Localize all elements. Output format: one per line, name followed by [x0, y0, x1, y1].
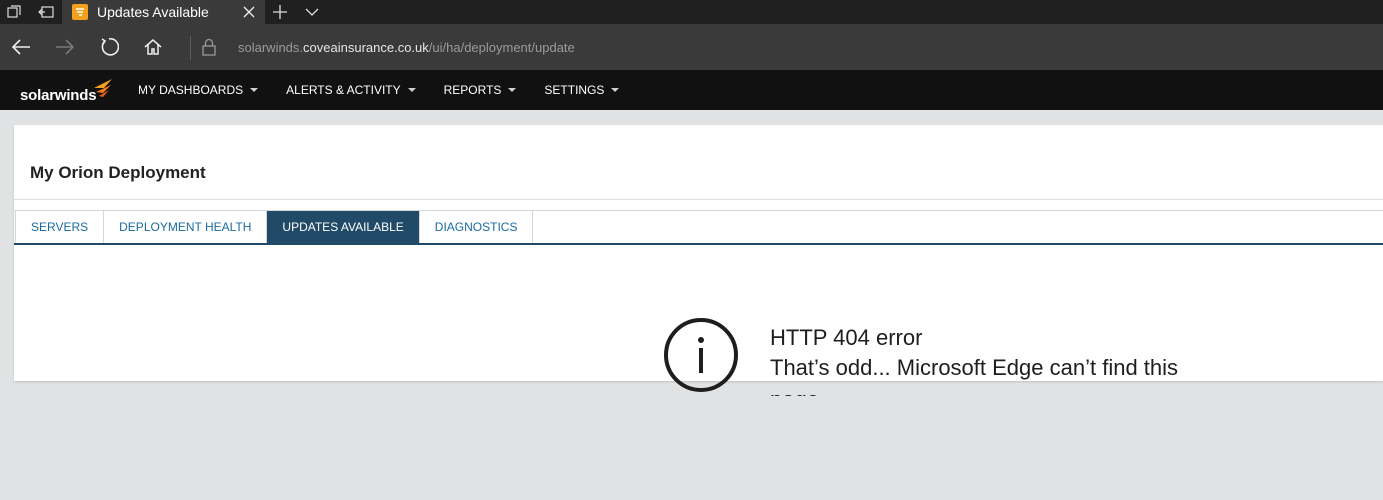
menu-reports[interactable]: REPORTS	[444, 83, 517, 97]
flame-icon	[94, 79, 113, 97]
menu-item-label: MY DASHBOARDS	[138, 83, 244, 97]
menu-alerts-activity[interactable]: ALERTS & ACTIVITY	[286, 83, 416, 97]
caret-down-icon	[611, 88, 620, 92]
browser-tab-active[interactable]: Updates Available	[62, 0, 265, 24]
menu-my-dashboards[interactable]: MY DASHBOARDS	[138, 83, 259, 97]
tab-diagnostics[interactable]: DIAGNOSTICS	[419, 211, 534, 243]
menu-item-label: SETTINGS	[544, 83, 605, 97]
home-icon[interactable]	[142, 36, 164, 58]
error-message: That’s odd... Microsoft Edge can’t find …	[770, 355, 1179, 396]
forward-arrow-icon[interactable]	[54, 36, 76, 58]
tabs-underline	[14, 243, 1383, 245]
title-divider	[14, 199, 1383, 200]
logo-text: solarwinds	[20, 87, 97, 104]
deployment-tabs: SERVERS DEPLOYMENT HEALTH UPDATES AVAILA…	[15, 210, 534, 244]
url-path: /ui/ha/deployment/update	[428, 40, 575, 55]
close-tab-icon[interactable]	[239, 2, 259, 22]
caret-down-icon	[407, 88, 416, 92]
caret-down-icon	[250, 88, 259, 92]
toolbar-divider	[190, 36, 191, 60]
url-host: coveainsurance.co.uk	[303, 40, 429, 55]
menu-item-label: REPORTS	[443, 83, 502, 97]
tab-updates-available[interactable]: UPDATES AVAILABLE	[267, 211, 420, 243]
error-message-block: HTTP 404 error That’s odd... Microsoft E…	[770, 324, 1230, 396]
solarwinds-logo[interactable]: solarwinds	[20, 78, 114, 104]
tab-deployment-health[interactable]: DEPLOYMENT HEALTH	[104, 211, 268, 243]
tab-actions-icon[interactable]	[4, 2, 24, 22]
set-tabs-aside-icon[interactable]	[36, 2, 56, 22]
menu-item-label: ALERTS & ACTIVITY	[286, 83, 401, 97]
refresh-icon[interactable]	[98, 36, 120, 58]
info-icon	[664, 318, 738, 392]
back-arrow-icon[interactable]	[10, 36, 32, 58]
tab-servers[interactable]: SERVERS	[15, 211, 105, 243]
error-title: HTTP 404 error	[770, 325, 923, 350]
chevron-down-icon[interactable]	[302, 2, 322, 22]
new-tab-icon[interactable]	[270, 2, 290, 22]
solarwinds-favicon-icon	[72, 4, 88, 20]
menu-settings[interactable]: SETTINGS	[544, 83, 620, 97]
main-menu: MY DASHBOARDS ALERTS & ACTIVITY REPORTS …	[138, 70, 647, 110]
caret-down-icon	[508, 88, 517, 92]
lock-icon[interactable]	[201, 38, 219, 56]
url-prefix: solarwinds.	[238, 40, 304, 55]
browser-tab-title: Updates Available	[97, 4, 209, 20]
page-title: My Orion Deployment	[30, 163, 206, 182]
address-bar[interactable]: solarwinds.coveainsurance.co.uk/ui/ha/de…	[238, 40, 575, 55]
browser-toolbar: solarwinds.coveainsurance.co.uk/ui/ha/de…	[0, 24, 1383, 70]
app-navigation-bar: solarwinds MY DASHBOARDS ALERTS & ACTIVI…	[0, 70, 1383, 110]
